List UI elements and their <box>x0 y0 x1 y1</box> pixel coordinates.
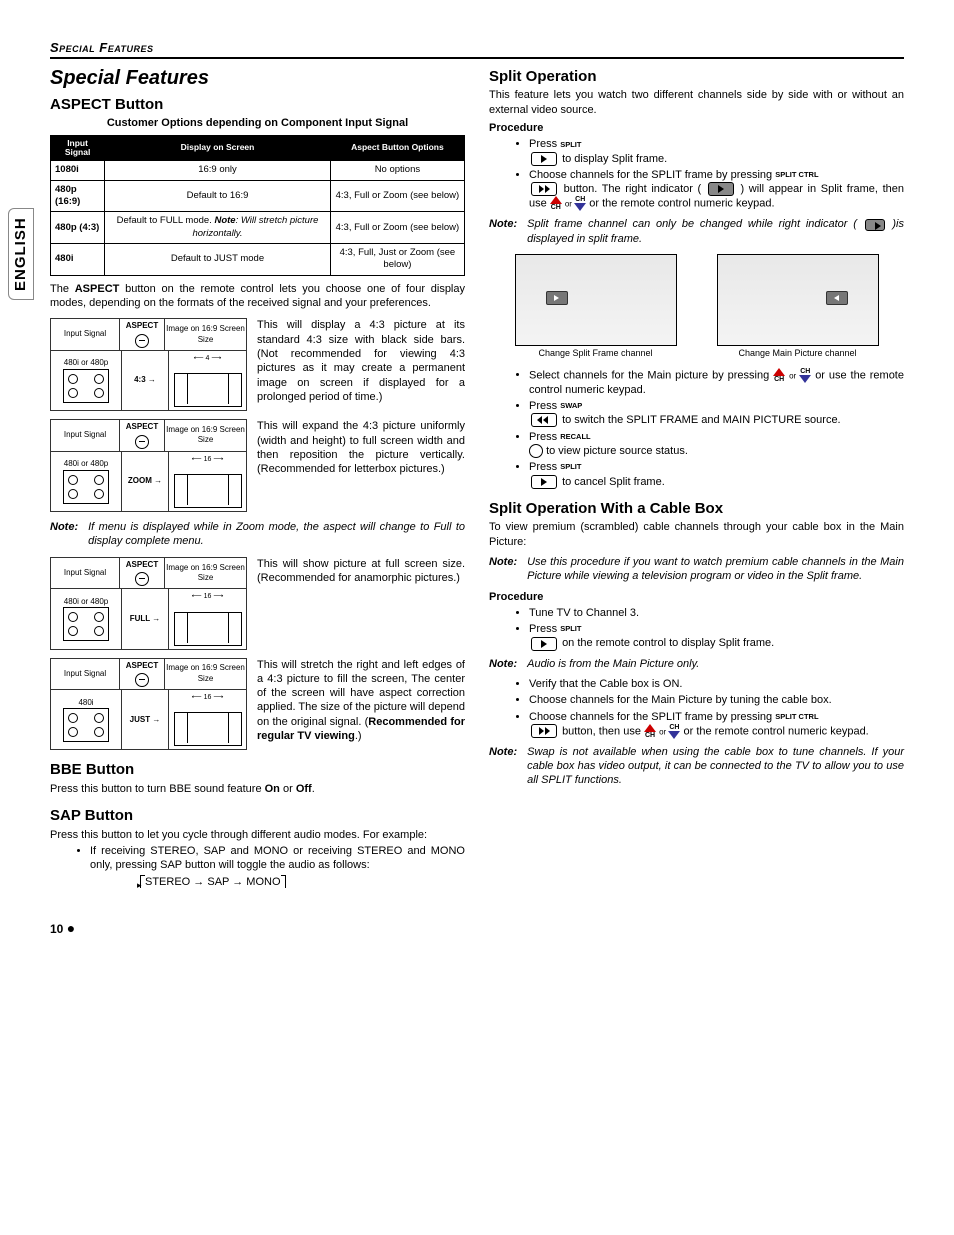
cable-step-2: Press SPLIT on the remote control to dis… <box>529 622 904 651</box>
recall-icon <box>529 444 543 458</box>
left-column: Special Features ASPECT Button Customer … <box>50 63 465 889</box>
split-label: SPLIT <box>560 140 581 150</box>
split-step-4: Press SWAP to switch the SPLIT FRAME and… <box>529 399 904 428</box>
bbe-heading: BBE Button <box>50 760 465 780</box>
split-heading: Split Operation <box>489 67 904 87</box>
sap-text: Press this button to let you cycle throu… <box>50 828 465 842</box>
aspect-mode-desc: This will show picture at full screen si… <box>257 557 465 586</box>
ch-down-icon <box>668 731 680 739</box>
th-options: Aspect Button Options <box>330 135 464 161</box>
ch-down-icon <box>574 203 586 211</box>
split-diagram: Change Split Frame channel Change Main P… <box>489 254 904 360</box>
split-step-6: Press SPLIT to cancel Split frame. <box>529 460 904 489</box>
cable-heading: Split Operation With a Cable Box <box>489 499 904 519</box>
ch-up-icon <box>644 724 656 732</box>
aspect-mode-figure: Input Signal ASPECT Image on 16:9 Screen… <box>50 419 247 512</box>
recall-label: RECALL <box>560 432 590 442</box>
procedure-heading-2: Procedure <box>489 590 904 604</box>
split-step-5: Press RECALL to view picture source stat… <box>529 430 904 459</box>
note-label: Note: <box>50 520 78 549</box>
indicator-icon-small <box>865 219 885 231</box>
split-button-icon <box>531 152 557 166</box>
table-row: 1080i16:9 onlyNo options <box>51 161 465 180</box>
th-input: Input Signal <box>51 135 105 161</box>
split-note-1: Note: Split frame channel can only be ch… <box>489 217 904 246</box>
split-label-3: SPLIT <box>560 624 581 634</box>
cable-note-2: Note: Audio is from the Main Picture onl… <box>489 657 904 671</box>
aspect-mode-figure: Input Signal ASPECT Image on 16:9 Screen… <box>50 557 247 650</box>
tv-right <box>717 254 879 346</box>
aspect-mode-desc: This will stretch the right and left edg… <box>257 658 465 744</box>
running-header: Special Features <box>50 40 904 59</box>
table-row: 480iDefault to JUST mode4:3, Full, Just … <box>51 244 465 276</box>
split-ctrl-icon-2 <box>531 724 557 738</box>
tv-left <box>515 254 677 346</box>
tv-right-caption: Change Main Picture channel <box>717 348 879 360</box>
swap-label: SWAP <box>560 401 582 411</box>
aspect-mode-figure: Input Signal ASPECT Image on 16:9 Screen… <box>50 658 247 751</box>
aspect-heading: ASPECT Button <box>50 95 465 115</box>
tv-left-caption: Change Split Frame channel <box>515 348 677 360</box>
cable-note-3: Note: Swap is not available when using t… <box>489 745 904 788</box>
bbe-text: Press this button to turn BBE sound feat… <box>50 782 465 796</box>
split-button-icon-3 <box>531 637 557 651</box>
cable-step-5: Choose channels for the SPLIT frame by p… <box>529 710 904 739</box>
table-row: 480p (16:9)Default to 16:94:3, Full or Z… <box>51 180 465 212</box>
aspect-mode-row: Input Signal ASPECT Image on 16:9 Screen… <box>50 419 465 512</box>
cable-step-3: Verify that the Cable box is ON. <box>529 677 904 691</box>
zoom-note-text: If menu is displayed while in Zoom mode,… <box>88 520 465 549</box>
aspect-intro: The ASPECT button on the remote control … <box>50 282 465 311</box>
right-indicator-icon <box>826 291 848 305</box>
aspect-subhead: Customer Options depending on Component … <box>50 116 465 130</box>
sap-heading: SAP Button <box>50 806 465 826</box>
language-tab: ENGLISH <box>8 208 34 300</box>
split-label-2: SPLIT <box>560 462 581 472</box>
th-display: Display on Screen <box>105 135 331 161</box>
ch-up-icon <box>773 368 785 376</box>
split-intro: This feature lets you watch two differen… <box>489 88 904 117</box>
zoom-note: Note: If menu is displayed while in Zoom… <box>50 520 465 549</box>
cable-intro: To view premium (scrambled) cable channe… <box>489 520 904 549</box>
split-step-3: Select channels for the Main picture by … <box>529 368 904 397</box>
split-step-1: Press SPLIT to display Split frame. <box>529 137 904 166</box>
aspect-mode-row: Input Signal ASPECT Image on 16:9 Screen… <box>50 318 465 411</box>
cable-note-1: Note: Use this procedure if you want to … <box>489 555 904 584</box>
sap-bullet: If receiving STEREO, SAP and MONO or rec… <box>90 844 465 873</box>
procedure-heading: Procedure <box>489 121 904 135</box>
aspect-mode-row: Input Signal ASPECT Image on 16:9 Screen… <box>50 658 465 751</box>
aspect-table: Input Signal Display on Screen Aspect Bu… <box>50 135 465 276</box>
section-title: Special Features <box>50 65 465 91</box>
aspect-mode-desc: This will display a 4:3 picture at its s… <box>257 318 465 404</box>
split-step-2: Choose channels for the SPLIT frame by p… <box>529 168 904 212</box>
aspect-mode-desc: This will expand the 4:3 picture uniform… <box>257 419 465 476</box>
indicator-icon <box>708 182 734 196</box>
aspect-mode-figure: Input Signal ASPECT Image on 16:9 Screen… <box>50 318 247 411</box>
cable-step-4: Choose channels for the Main Picture by … <box>529 693 904 707</box>
table-row: 480p (4:3)Default to FULL mode. Note: Wi… <box>51 212 465 244</box>
right-column: Split Operation This feature lets you wa… <box>489 63 904 889</box>
ch-down-icon <box>799 375 811 383</box>
ch-up-icon <box>550 196 562 204</box>
aspect-mode-row: Input Signal ASPECT Image on 16:9 Screen… <box>50 557 465 650</box>
cable-step-1: Tune TV to Channel 3. <box>529 606 904 620</box>
page-number: 10 ● <box>50 919 904 938</box>
split-button-icon-2 <box>531 475 557 489</box>
split-ctrl-label-2: SPLIT CTRL <box>775 712 818 722</box>
swap-icon <box>531 413 557 427</box>
split-ctrl-icon <box>531 182 557 196</box>
running-header-text: Special Features <box>50 40 154 55</box>
audio-cycle: ▸ STEREO → SAP → MONO <box>140 875 465 889</box>
left-indicator-icon <box>546 291 568 305</box>
split-ctrl-label: SPLIT CTRL <box>775 170 818 180</box>
